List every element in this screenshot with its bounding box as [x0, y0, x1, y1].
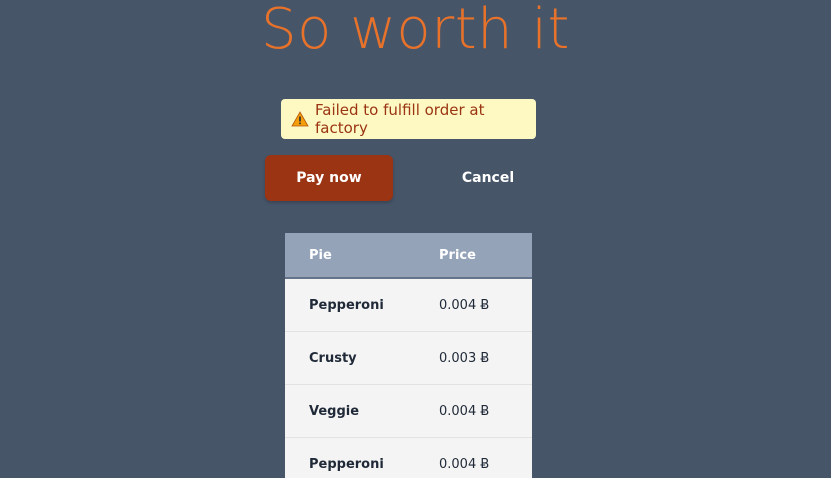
table-row[interactable]: Pepperoni 0.004 Ƀ	[285, 438, 532, 478]
cancel-button[interactable]: Cancel	[424, 155, 552, 201]
warning-icon	[291, 110, 309, 128]
column-header-pie[interactable]: Pie	[285, 248, 438, 263]
pie-price: 0.003 Ƀ	[439, 350, 490, 366]
pie-name: Pepperoni	[309, 456, 384, 472]
alert-message: Failed to fulfill order at factory	[315, 101, 485, 137]
pie-price: 0.004 Ƀ	[439, 403, 490, 419]
pie-name: Veggie	[309, 403, 360, 419]
pie-name: Crusty	[309, 350, 357, 366]
table-row[interactable]: Veggie 0.004 Ƀ	[285, 385, 532, 438]
pie-price: 0.004 Ƀ	[439, 297, 490, 313]
table-row[interactable]: Pepperoni 0.004 Ƀ	[285, 279, 532, 332]
column-header-price[interactable]: Price	[438, 248, 532, 263]
pie-table: Pie Price Pepperoni 0.004 Ƀ Crusty 0.003…	[285, 233, 532, 478]
pay-now-button[interactable]: Pay now	[265, 155, 393, 201]
page-title: So worth it	[261, 0, 570, 62]
table-header: Pie Price	[285, 233, 532, 279]
page: So worth it Failed to fulfill order at f…	[0, 0, 831, 478]
error-alert: Failed to fulfill order at factory	[281, 99, 536, 139]
pie-price: 0.004 Ƀ	[439, 456, 490, 472]
table-row[interactable]: Crusty 0.003 Ƀ	[285, 332, 532, 385]
pie-name: Pepperoni	[309, 297, 384, 313]
